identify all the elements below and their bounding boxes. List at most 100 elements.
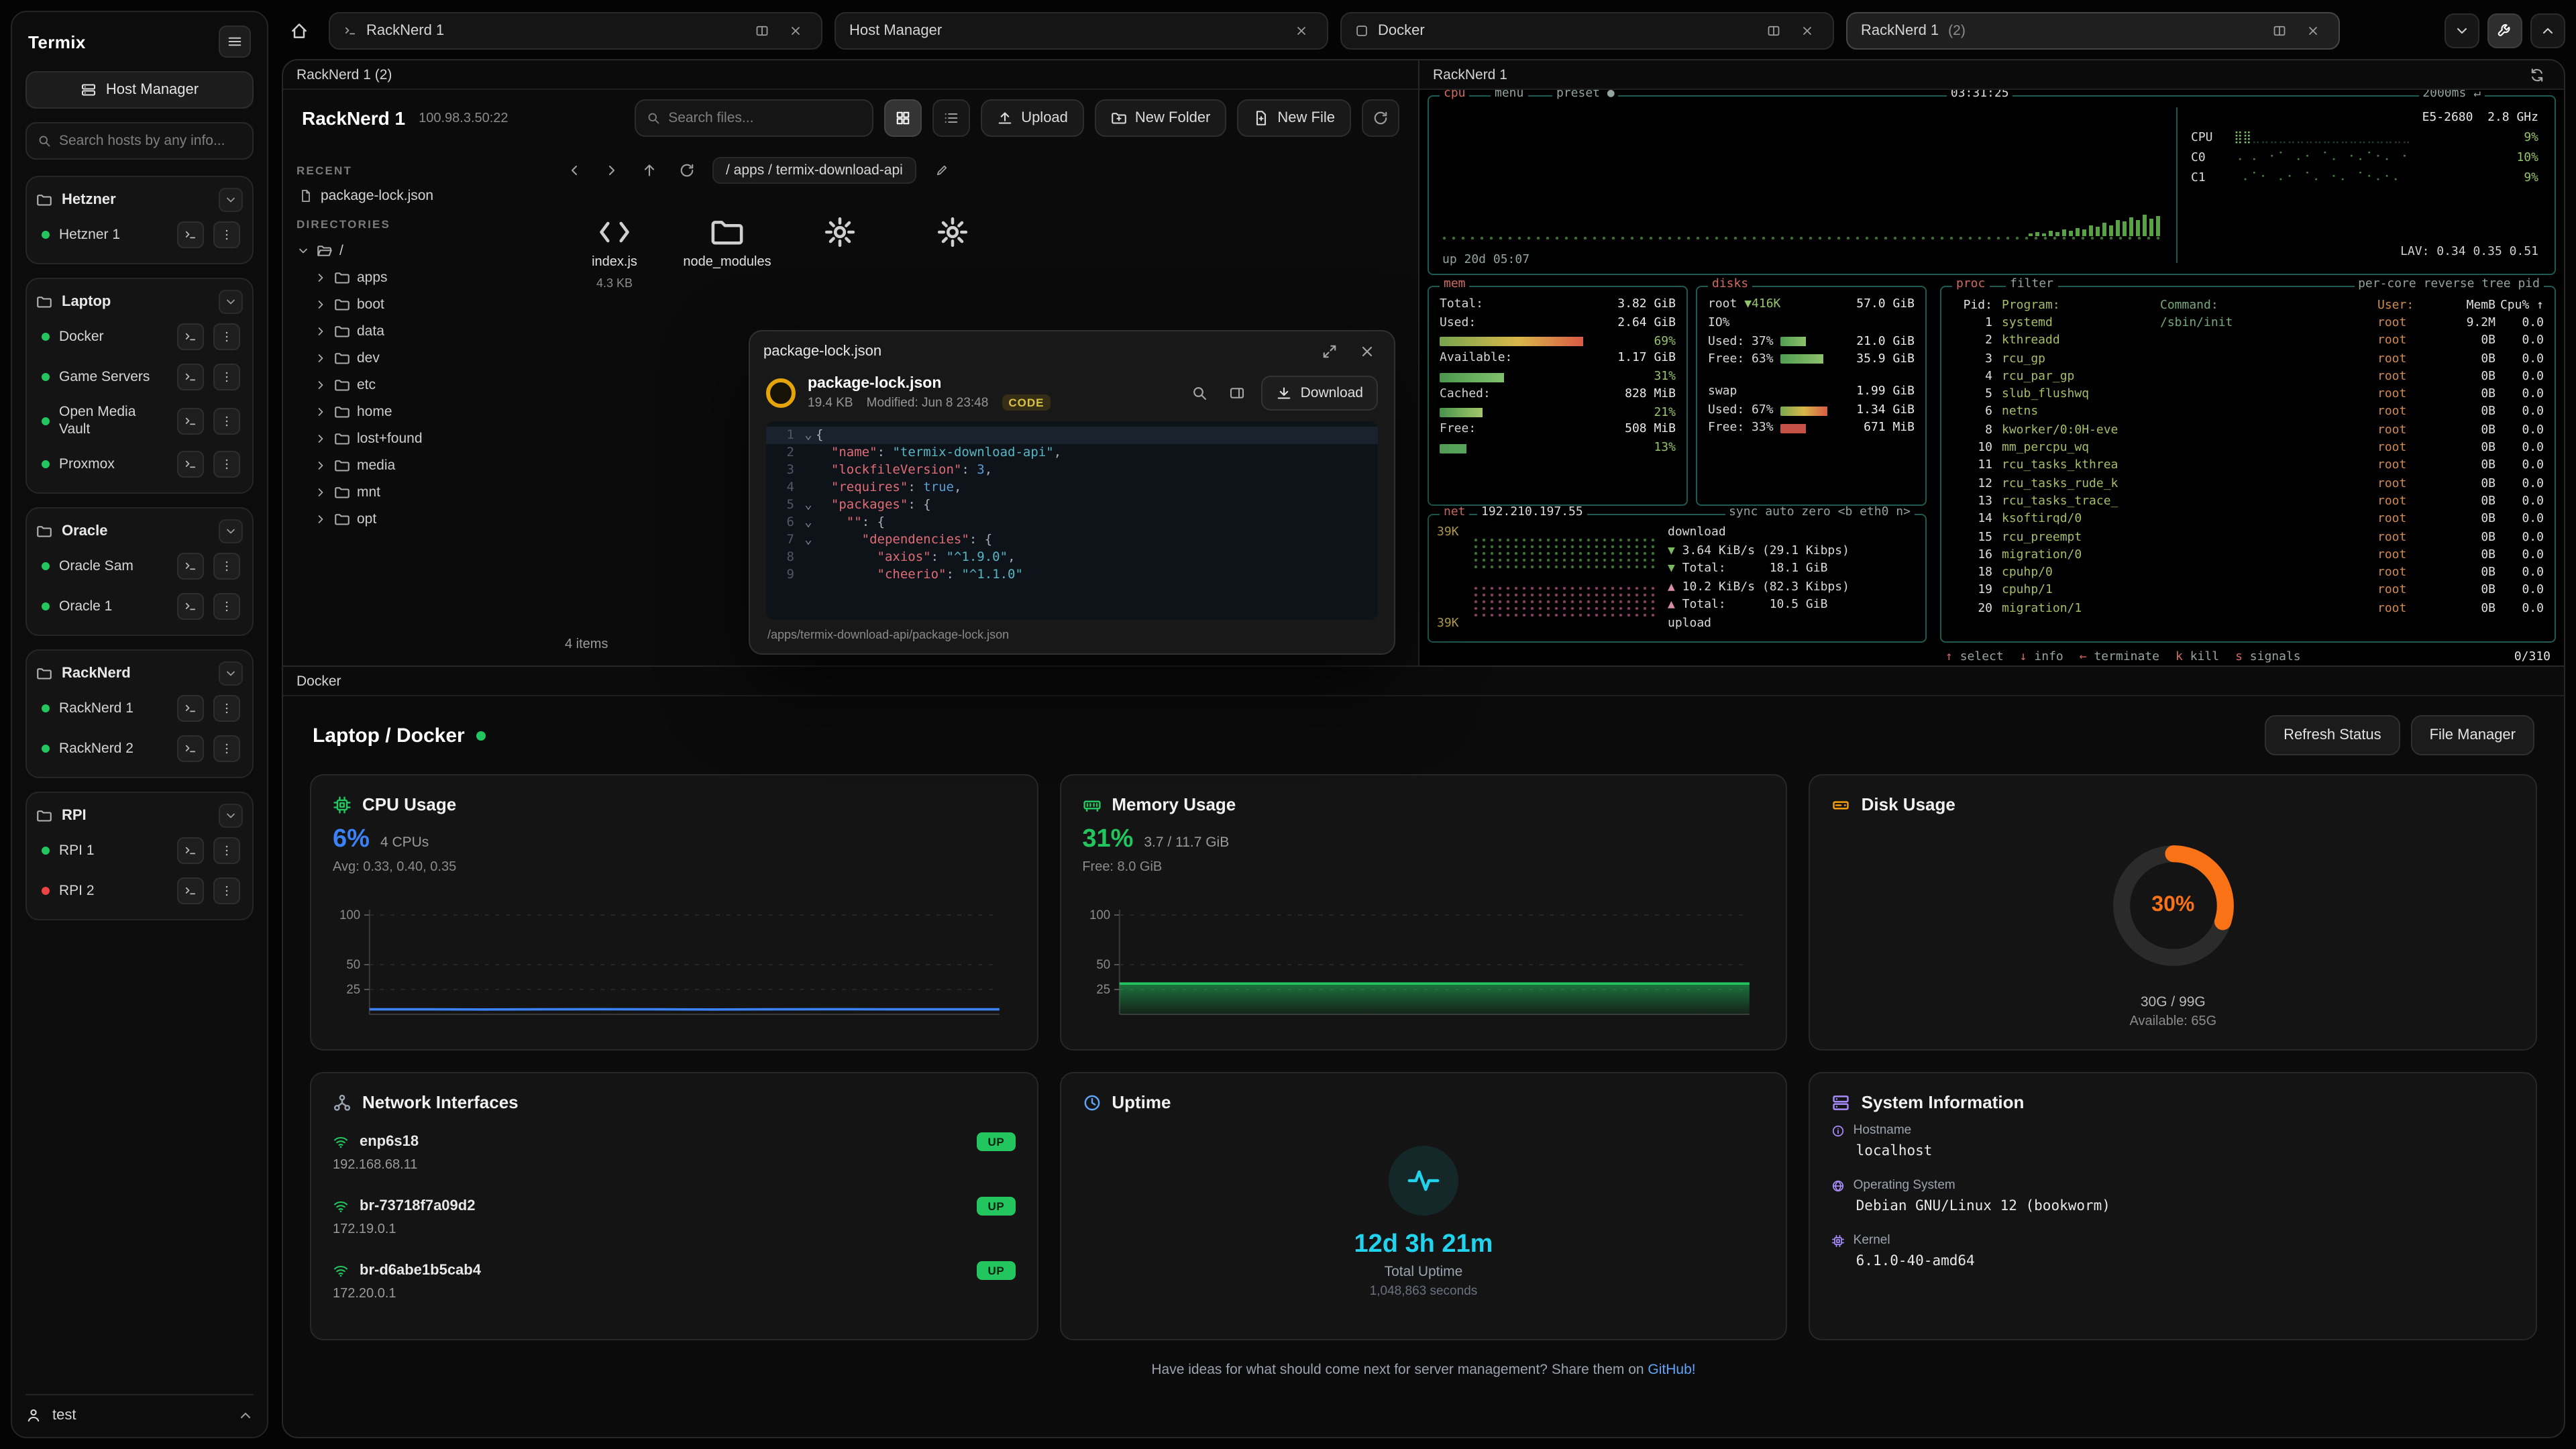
host-search-input[interactable]	[59, 133, 241, 149]
new-folder-button[interactable]: New Folder	[1095, 99, 1227, 137]
connect-terminal-button[interactable]	[177, 593, 204, 620]
nav-refresh-button[interactable]	[675, 158, 699, 182]
tree-folder-row[interactable]: media	[314, 452, 533, 479]
status-key-hint[interactable]: k kill	[2176, 651, 2219, 664]
connect-terminal-button[interactable]	[177, 695, 204, 722]
home-button[interactable]	[282, 13, 317, 48]
tree-folder-row[interactable]: opt	[314, 506, 533, 533]
recent-file-item[interactable]: package-lock.json	[297, 184, 533, 208]
split-tab-button[interactable]	[1762, 19, 1786, 43]
tabs-dropdown-button[interactable]	[2445, 13, 2479, 48]
toggle-panel-button[interactable]	[1224, 379, 1251, 406]
connect-terminal-button[interactable]	[177, 553, 204, 580]
list-view-button[interactable]	[932, 99, 970, 137]
connect-terminal-button[interactable]	[177, 221, 204, 248]
group-collapse-button[interactable]	[219, 519, 243, 543]
host-item[interactable]: Hetzner 1	[36, 215, 243, 255]
new-file-button[interactable]: New File	[1237, 99, 1351, 137]
tree-folder-row[interactable]: etc	[314, 372, 533, 398]
group-collapse-button[interactable]	[219, 188, 243, 212]
process-row[interactable]: 10mm_percpu_wqroot0B0.0	[1952, 440, 2544, 458]
process-row[interactable]: 14ksoftirqd/0root0B0.0	[1952, 512, 2544, 530]
tree-folder-row[interactable]: apps	[314, 264, 533, 291]
host-menu-button[interactable]	[213, 221, 240, 248]
host-item[interactable]: RackNerd 1	[36, 688, 243, 729]
host-group-header[interactable]: Oracle	[36, 517, 243, 546]
process-row[interactable]: 12rcu_tasks_rude_kroot0B0.0	[1952, 476, 2544, 494]
close-tab-button[interactable]	[1289, 19, 1313, 43]
split-tab-button[interactable]	[750, 19, 774, 43]
tree-folder-row[interactable]: dev	[314, 345, 533, 372]
host-menu-button[interactable]	[213, 695, 240, 722]
tree-folder-row[interactable]: mnt	[314, 479, 533, 506]
connect-terminal-button[interactable]	[177, 323, 204, 350]
connect-terminal-button[interactable]	[177, 877, 204, 904]
tree-folder-row[interactable]: data	[314, 318, 533, 345]
host-item[interactable]: Open Media Vault	[36, 397, 243, 444]
docker-file-manager-button[interactable]: File Manager	[2411, 715, 2534, 755]
tree-folder-row[interactable]: lost+found	[314, 425, 533, 452]
host-menu-button[interactable]	[213, 323, 240, 350]
file-tile[interactable]	[900, 205, 1005, 299]
connect-terminal-button[interactable]	[177, 407, 204, 434]
tree-folder-row[interactable]: home	[314, 398, 533, 425]
host-menu-button[interactable]	[213, 593, 240, 620]
download-button[interactable]: Download	[1262, 375, 1378, 410]
breadcrumb[interactable]: / apps / termix-download-api	[712, 157, 916, 184]
grid-view-button[interactable]	[884, 99, 922, 137]
process-row[interactable]: 6netnsroot0B0.0	[1952, 405, 2544, 423]
host-menu-button[interactable]	[213, 735, 240, 762]
host-item[interactable]: Game Servers	[36, 357, 243, 397]
host-item[interactable]: Docker	[36, 317, 243, 357]
group-collapse-button[interactable]	[219, 661, 243, 686]
github-link[interactable]: GitHub!	[1648, 1362, 1695, 1378]
upload-button[interactable]: Upload	[981, 99, 1084, 137]
close-modal-button[interactable]	[1354, 338, 1381, 365]
refresh-status-button[interactable]: Refresh Status	[2265, 715, 2400, 755]
file-search-input[interactable]	[668, 110, 861, 126]
host-item[interactable]: Proxmox	[36, 444, 243, 484]
process-row[interactable]: 20migration/1root0B0.0	[1952, 601, 2544, 619]
process-row[interactable]: 5slub_flushwqroot0B0.0	[1952, 386, 2544, 405]
host-menu-button[interactable]	[213, 877, 240, 904]
host-manager-button[interactable]: Host Manager	[25, 71, 254, 109]
search-in-file-button[interactable]	[1187, 379, 1214, 406]
host-menu-button[interactable]	[213, 553, 240, 580]
close-tab-button[interactable]	[1795, 19, 1819, 43]
host-menu-button[interactable]	[213, 364, 240, 390]
tree-folder-row[interactable]: boot	[314, 291, 533, 318]
process-row[interactable]: 18cpuhp/0root0B0.0	[1952, 565, 2544, 583]
process-row[interactable]: 15rcu_preemptroot0B0.0	[1952, 529, 2544, 547]
group-collapse-button[interactable]	[219, 804, 243, 828]
refresh-files-button[interactable]	[1362, 99, 1399, 137]
host-menu-button[interactable]	[213, 407, 240, 434]
close-tab-button[interactable]	[2301, 19, 2325, 43]
process-row[interactable]: 2kthreaddroot0B0.0	[1952, 333, 2544, 352]
group-collapse-button[interactable]	[219, 290, 243, 314]
tools-button[interactable]	[2487, 13, 2522, 48]
process-row[interactable]: 16migration/0root0B0.0	[1952, 547, 2544, 566]
status-key-hint[interactable]: ← terminate	[2080, 651, 2159, 664]
host-item[interactable]: RPI 2	[36, 871, 243, 911]
sidebar-collapse-button[interactable]	[219, 25, 251, 58]
host-group-header[interactable]: Hetzner	[36, 185, 243, 215]
tab-docker[interactable]: Docker	[1340, 12, 1834, 50]
host-item[interactable]: RPI 1	[36, 830, 243, 871]
connect-terminal-button[interactable]	[177, 451, 204, 478]
close-tab-button[interactable]	[784, 19, 808, 43]
connect-terminal-button[interactable]	[177, 364, 204, 390]
collapse-tabs-button[interactable]	[2530, 13, 2565, 48]
process-row[interactable]: 13rcu_tasks_trace_root0B0.0	[1952, 494, 2544, 512]
process-row[interactable]: 11rcu_tasks_kthrearoot0B0.0	[1952, 458, 2544, 476]
file-tile[interactable]: node_modules	[675, 205, 780, 299]
process-row[interactable]: 3rcu_gproot0B0.0	[1952, 351, 2544, 369]
nav-back-button[interactable]	[562, 158, 586, 182]
host-group-header[interactable]: Laptop	[36, 287, 243, 317]
terminal-sync-button[interactable]	[2524, 61, 2551, 88]
connect-terminal-button[interactable]	[177, 735, 204, 762]
file-tile[interactable]: index.js4.3 KB	[562, 205, 667, 299]
process-row[interactable]: 8kworker/0:0H-everoot0B0.0	[1952, 423, 2544, 441]
tab-racknerd-1[interactable]: RackNerd 1(2)	[1846, 12, 2340, 50]
file-tile[interactable]	[788, 205, 892, 299]
status-key-hint[interactable]: s signals	[2235, 651, 2301, 664]
